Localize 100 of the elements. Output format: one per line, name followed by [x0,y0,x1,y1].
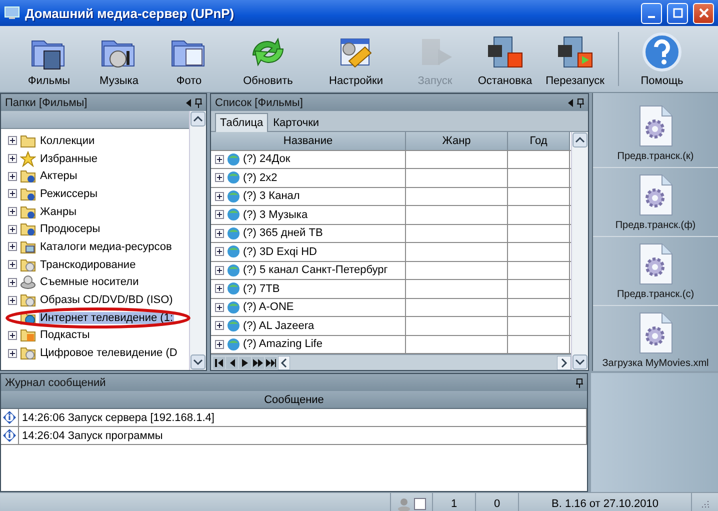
version-text: В. 1.16 от 27.10.2010 [552,498,658,510]
status-count: 1 [450,498,458,510]
scroll-up-button[interactable] [190,111,206,127]
monitor-icon [4,6,20,20]
scrollbar[interactable] [189,111,206,370]
last-page-icon[interactable] [265,357,277,369]
column-header[interactable]: Сообщение [1,391,587,409]
arrow-left-icon[interactable] [568,98,573,106]
panel-title: Список [Фильмы] [215,96,304,108]
action-button[interactable]: Предв.транск.(к) [593,99,718,168]
toolbar-button[interactable]: Музыка [84,26,154,92]
pin-icon[interactable] [576,378,583,388]
window-title: Домашний медиа-сервер (UPnP) [25,6,236,20]
expand-icon[interactable] [215,302,224,312]
checkbox[interactable] [414,498,426,510]
expand-icon[interactable] [8,296,17,305]
scrollbar[interactable] [571,132,588,370]
globe-icon [227,319,240,332]
tree-item[interactable]: Коллекции [39,134,96,147]
expand-icon[interactable] [215,321,224,330]
tree-item[interactable]: Транскодирование [39,258,137,271]
tree-item[interactable]: Подкасты [39,329,91,342]
globe-icon [227,171,240,184]
table-cell: (?) 3 Канал [243,190,300,202]
close-button[interactable] [693,2,714,24]
folder-icon [20,132,36,149]
expand-icon[interactable] [215,247,224,256]
first-page-icon[interactable] [213,357,225,369]
gear-document-icon [638,105,672,147]
scroll-down-button[interactable] [190,354,206,370]
globe-icon [227,245,240,258]
tab[interactable]: Таблица [215,113,268,132]
toolbar-button[interactable]: Обновить [224,26,312,92]
expand-icon[interactable] [215,340,224,349]
globe-icon [227,226,240,240]
pin-icon[interactable] [577,98,584,108]
tree-item[interactable]: Каталоги медиа-ресурсов [39,240,173,253]
tree-item[interactable]: Жанры [39,206,78,218]
action-button[interactable]: Предв.транск.(c) [593,237,718,306]
tree-item[interactable]: Интернет телевидение (1: [39,312,174,324]
expand-icon[interactable] [8,278,17,287]
prev-page-icon[interactable] [226,357,238,369]
fast-forward-icon[interactable] [252,357,264,369]
toolbar-button[interactable]: Фото [154,26,224,92]
tab[interactable]: Карточки [268,114,324,131]
expand-icon[interactable] [8,330,17,340]
maximize-icon [672,8,682,18]
expand-icon[interactable] [8,207,17,216]
scroll-down-button[interactable] [572,354,588,370]
expand-icon[interactable] [8,154,17,164]
expand-icon[interactable] [215,154,224,164]
play-icon[interactable] [239,357,251,369]
table-cell: (?) 2x2 [243,172,278,184]
column-header[interactable]: Название [211,132,406,150]
tree-item[interactable]: Актеры [39,170,78,182]
globe-icon [227,190,240,203]
tree-item[interactable]: Режиссеры [39,188,98,200]
toolbar-button[interactable]: Настройки [312,26,400,92]
resize-grip-icon[interactable] [701,500,709,508]
expand-icon[interactable] [8,189,17,198]
expand-icon[interactable] [8,260,17,270]
column-header[interactable]: Год [508,132,570,150]
expand-icon[interactable] [8,224,17,234]
arrow-left-icon[interactable] [186,98,191,106]
action-button[interactable]: Предв.транск.(ф) [593,168,718,237]
expand-icon[interactable] [215,284,224,294]
table-cell: (?) 7ТВ [243,282,280,295]
tree-item[interactable]: Продюсеры [39,223,102,236]
toolbar-button[interactable]: Перезапуск [540,26,610,92]
table-cell: (?) 24Док [243,153,290,166]
expand-icon[interactable] [215,210,224,220]
tree-item[interactable]: Съемные носители [39,276,140,288]
toolbar-button[interactable]: Фильмы [14,26,84,92]
toolbar-button[interactable]: Остановка [470,26,540,92]
tree-item[interactable]: Избранные [39,152,99,165]
expand-icon[interactable] [8,242,17,252]
close-icon [698,8,708,18]
info-icon [3,411,16,424]
table-cell: (?) A-ONE [243,301,294,314]
log-message: 14:26:04 Запуск программы [21,428,163,444]
scroll-left-button[interactable] [278,356,290,370]
expand-icon[interactable] [8,136,17,146]
table-cell: (?) Amazing Life [243,338,322,350]
column-header[interactable]: Жанр [406,132,508,150]
scroll-up-button[interactable] [572,132,588,148]
scroll-right-button[interactable] [557,356,571,370]
folder-person-icon [20,186,36,202]
gear-document-icon [638,174,672,216]
tree-item[interactable]: Цифровое телевидение (D [39,347,178,360]
minimize-button[interactable] [641,2,662,24]
expand-icon[interactable] [215,266,224,275]
pin-icon[interactable] [195,98,202,108]
expand-icon[interactable] [215,228,224,238]
maximize-button[interactable] [667,2,688,24]
toolbar-button[interactable]: Помощь [627,26,697,92]
tree-item[interactable]: Образы CD/DVD/BD (ISO) [39,294,174,306]
expand-icon[interactable] [215,173,224,182]
expand-icon[interactable] [215,192,224,201]
expand-icon[interactable] [8,172,17,181]
expand-icon[interactable] [8,348,17,358]
